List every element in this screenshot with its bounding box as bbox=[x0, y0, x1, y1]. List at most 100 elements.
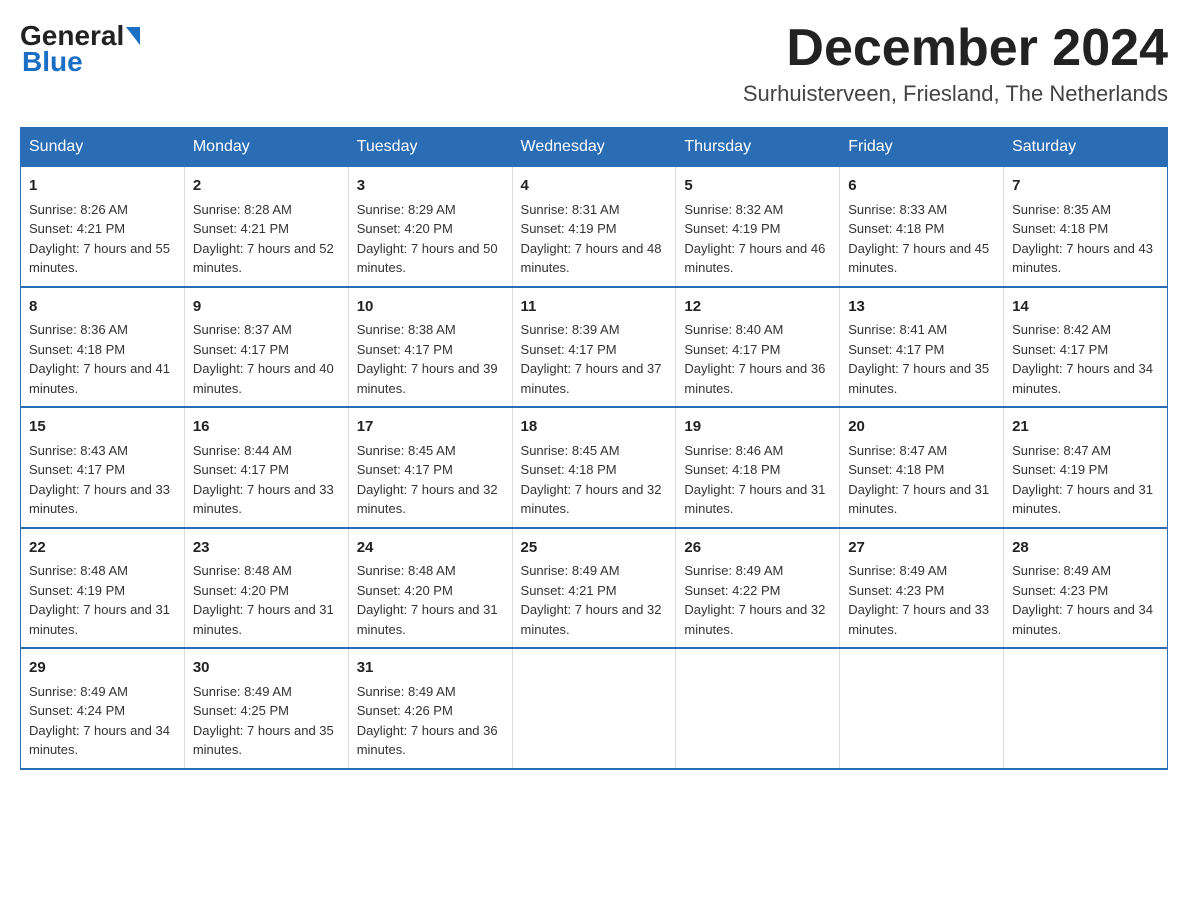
day-number: 1 bbox=[29, 175, 176, 198]
day-info: Sunrise: 8:47 AMSunset: 4:18 PMDaylight:… bbox=[848, 443, 989, 517]
day-number: 28 bbox=[1012, 537, 1159, 560]
day-info: Sunrise: 8:49 AMSunset: 4:21 PMDaylight:… bbox=[521, 563, 662, 637]
calendar-day-cell: 17 Sunrise: 8:45 AMSunset: 4:17 PMDaylig… bbox=[348, 407, 512, 528]
calendar-day-cell: 27 Sunrise: 8:49 AMSunset: 4:23 PMDaylig… bbox=[840, 528, 1004, 649]
day-number: 10 bbox=[357, 296, 504, 319]
calendar-week-row: 29 Sunrise: 8:49 AMSunset: 4:24 PMDaylig… bbox=[21, 648, 1168, 769]
calendar-day-cell: 31 Sunrise: 8:49 AMSunset: 4:26 PMDaylig… bbox=[348, 648, 512, 769]
calendar-day-cell: 30 Sunrise: 8:49 AMSunset: 4:25 PMDaylig… bbox=[184, 648, 348, 769]
day-info: Sunrise: 8:49 AMSunset: 4:24 PMDaylight:… bbox=[29, 684, 170, 758]
day-info: Sunrise: 8:43 AMSunset: 4:17 PMDaylight:… bbox=[29, 443, 170, 517]
day-number: 20 bbox=[848, 416, 995, 439]
calendar-day-cell: 3 Sunrise: 8:29 AMSunset: 4:20 PMDayligh… bbox=[348, 167, 512, 287]
calendar-day-cell: 13 Sunrise: 8:41 AMSunset: 4:17 PMDaylig… bbox=[840, 287, 1004, 408]
day-number: 29 bbox=[29, 657, 176, 680]
calendar-header-monday: Monday bbox=[184, 128, 348, 167]
calendar-day-cell bbox=[1004, 648, 1168, 769]
logo-triangle-icon bbox=[126, 27, 140, 45]
day-info: Sunrise: 8:38 AMSunset: 4:17 PMDaylight:… bbox=[357, 322, 498, 396]
day-number: 24 bbox=[357, 537, 504, 560]
day-number: 13 bbox=[848, 296, 995, 319]
day-info: Sunrise: 8:42 AMSunset: 4:17 PMDaylight:… bbox=[1012, 322, 1153, 396]
calendar-day-cell: 1 Sunrise: 8:26 AMSunset: 4:21 PMDayligh… bbox=[21, 167, 185, 287]
calendar-day-cell: 28 Sunrise: 8:49 AMSunset: 4:23 PMDaylig… bbox=[1004, 528, 1168, 649]
day-number: 8 bbox=[29, 296, 176, 319]
day-number: 5 bbox=[684, 175, 831, 198]
calendar-day-cell: 23 Sunrise: 8:48 AMSunset: 4:20 PMDaylig… bbox=[184, 528, 348, 649]
calendar-day-cell: 11 Sunrise: 8:39 AMSunset: 4:17 PMDaylig… bbox=[512, 287, 676, 408]
day-info: Sunrise: 8:36 AMSunset: 4:18 PMDaylight:… bbox=[29, 322, 170, 396]
calendar-header-sunday: Sunday bbox=[21, 128, 185, 167]
calendar-week-row: 8 Sunrise: 8:36 AMSunset: 4:18 PMDayligh… bbox=[21, 287, 1168, 408]
day-info: Sunrise: 8:49 AMSunset: 4:23 PMDaylight:… bbox=[848, 563, 989, 637]
calendar-day-cell: 9 Sunrise: 8:37 AMSunset: 4:17 PMDayligh… bbox=[184, 287, 348, 408]
calendar-day-cell: 25 Sunrise: 8:49 AMSunset: 4:21 PMDaylig… bbox=[512, 528, 676, 649]
day-info: Sunrise: 8:32 AMSunset: 4:19 PMDaylight:… bbox=[684, 202, 825, 276]
calendar-header-row: SundayMondayTuesdayWednesdayThursdayFrid… bbox=[21, 128, 1168, 167]
calendar-day-cell: 26 Sunrise: 8:49 AMSunset: 4:22 PMDaylig… bbox=[676, 528, 840, 649]
location-title: Surhuisterveen, Friesland, The Netherlan… bbox=[743, 81, 1168, 107]
calendar-day-cell: 21 Sunrise: 8:47 AMSunset: 4:19 PMDaylig… bbox=[1004, 407, 1168, 528]
day-number: 14 bbox=[1012, 296, 1159, 319]
day-info: Sunrise: 8:48 AMSunset: 4:20 PMDaylight:… bbox=[357, 563, 498, 637]
day-info: Sunrise: 8:26 AMSunset: 4:21 PMDaylight:… bbox=[29, 202, 170, 276]
calendar-day-cell: 20 Sunrise: 8:47 AMSunset: 4:18 PMDaylig… bbox=[840, 407, 1004, 528]
day-info: Sunrise: 8:46 AMSunset: 4:18 PMDaylight:… bbox=[684, 443, 825, 517]
day-number: 19 bbox=[684, 416, 831, 439]
calendar-header-tuesday: Tuesday bbox=[348, 128, 512, 167]
day-info: Sunrise: 8:40 AMSunset: 4:17 PMDaylight:… bbox=[684, 322, 825, 396]
calendar-day-cell: 2 Sunrise: 8:28 AMSunset: 4:21 PMDayligh… bbox=[184, 167, 348, 287]
day-number: 31 bbox=[357, 657, 504, 680]
day-number: 21 bbox=[1012, 416, 1159, 439]
day-info: Sunrise: 8:49 AMSunset: 4:23 PMDaylight:… bbox=[1012, 563, 1153, 637]
day-info: Sunrise: 8:49 AMSunset: 4:22 PMDaylight:… bbox=[684, 563, 825, 637]
day-number: 3 bbox=[357, 175, 504, 198]
calendar-day-cell bbox=[840, 648, 1004, 769]
day-number: 30 bbox=[193, 657, 340, 680]
logo-blue-text: Blue bbox=[22, 46, 83, 78]
day-info: Sunrise: 8:39 AMSunset: 4:17 PMDaylight:… bbox=[521, 322, 662, 396]
day-number: 6 bbox=[848, 175, 995, 198]
calendar-day-cell: 12 Sunrise: 8:40 AMSunset: 4:17 PMDaylig… bbox=[676, 287, 840, 408]
day-info: Sunrise: 8:48 AMSunset: 4:19 PMDaylight:… bbox=[29, 563, 170, 637]
day-info: Sunrise: 8:41 AMSunset: 4:17 PMDaylight:… bbox=[848, 322, 989, 396]
day-number: 18 bbox=[521, 416, 668, 439]
calendar-day-cell bbox=[512, 648, 676, 769]
title-area: December 2024 Surhuisterveen, Friesland,… bbox=[743, 20, 1168, 107]
logo: General Blue bbox=[20, 20, 140, 78]
day-info: Sunrise: 8:35 AMSunset: 4:18 PMDaylight:… bbox=[1012, 202, 1153, 276]
calendar-header-friday: Friday bbox=[840, 128, 1004, 167]
calendar-week-row: 22 Sunrise: 8:48 AMSunset: 4:19 PMDaylig… bbox=[21, 528, 1168, 649]
day-info: Sunrise: 8:44 AMSunset: 4:17 PMDaylight:… bbox=[193, 443, 334, 517]
day-number: 16 bbox=[193, 416, 340, 439]
day-number: 11 bbox=[521, 296, 668, 319]
calendar-day-cell: 24 Sunrise: 8:48 AMSunset: 4:20 PMDaylig… bbox=[348, 528, 512, 649]
calendar-week-row: 1 Sunrise: 8:26 AMSunset: 4:21 PMDayligh… bbox=[21, 167, 1168, 287]
day-info: Sunrise: 8:49 AMSunset: 4:25 PMDaylight:… bbox=[193, 684, 334, 758]
day-info: Sunrise: 8:31 AMSunset: 4:19 PMDaylight:… bbox=[521, 202, 662, 276]
day-info: Sunrise: 8:45 AMSunset: 4:18 PMDaylight:… bbox=[521, 443, 662, 517]
calendar-day-cell bbox=[676, 648, 840, 769]
calendar-day-cell: 14 Sunrise: 8:42 AMSunset: 4:17 PMDaylig… bbox=[1004, 287, 1168, 408]
calendar-week-row: 15 Sunrise: 8:43 AMSunset: 4:17 PMDaylig… bbox=[21, 407, 1168, 528]
day-number: 2 bbox=[193, 175, 340, 198]
day-number: 27 bbox=[848, 537, 995, 560]
day-info: Sunrise: 8:49 AMSunset: 4:26 PMDaylight:… bbox=[357, 684, 498, 758]
calendar-day-cell: 10 Sunrise: 8:38 AMSunset: 4:17 PMDaylig… bbox=[348, 287, 512, 408]
day-number: 22 bbox=[29, 537, 176, 560]
day-number: 15 bbox=[29, 416, 176, 439]
day-info: Sunrise: 8:48 AMSunset: 4:20 PMDaylight:… bbox=[193, 563, 334, 637]
day-info: Sunrise: 8:37 AMSunset: 4:17 PMDaylight:… bbox=[193, 322, 334, 396]
day-number: 25 bbox=[521, 537, 668, 560]
calendar-header-wednesday: Wednesday bbox=[512, 128, 676, 167]
calendar-day-cell: 19 Sunrise: 8:46 AMSunset: 4:18 PMDaylig… bbox=[676, 407, 840, 528]
calendar-day-cell: 5 Sunrise: 8:32 AMSunset: 4:19 PMDayligh… bbox=[676, 167, 840, 287]
calendar-day-cell: 16 Sunrise: 8:44 AMSunset: 4:17 PMDaylig… bbox=[184, 407, 348, 528]
calendar-table: SundayMondayTuesdayWednesdayThursdayFrid… bbox=[20, 127, 1168, 770]
calendar-day-cell: 15 Sunrise: 8:43 AMSunset: 4:17 PMDaylig… bbox=[21, 407, 185, 528]
calendar-day-cell: 4 Sunrise: 8:31 AMSunset: 4:19 PMDayligh… bbox=[512, 167, 676, 287]
day-number: 26 bbox=[684, 537, 831, 560]
day-info: Sunrise: 8:47 AMSunset: 4:19 PMDaylight:… bbox=[1012, 443, 1153, 517]
calendar-header-saturday: Saturday bbox=[1004, 128, 1168, 167]
calendar-day-cell: 8 Sunrise: 8:36 AMSunset: 4:18 PMDayligh… bbox=[21, 287, 185, 408]
